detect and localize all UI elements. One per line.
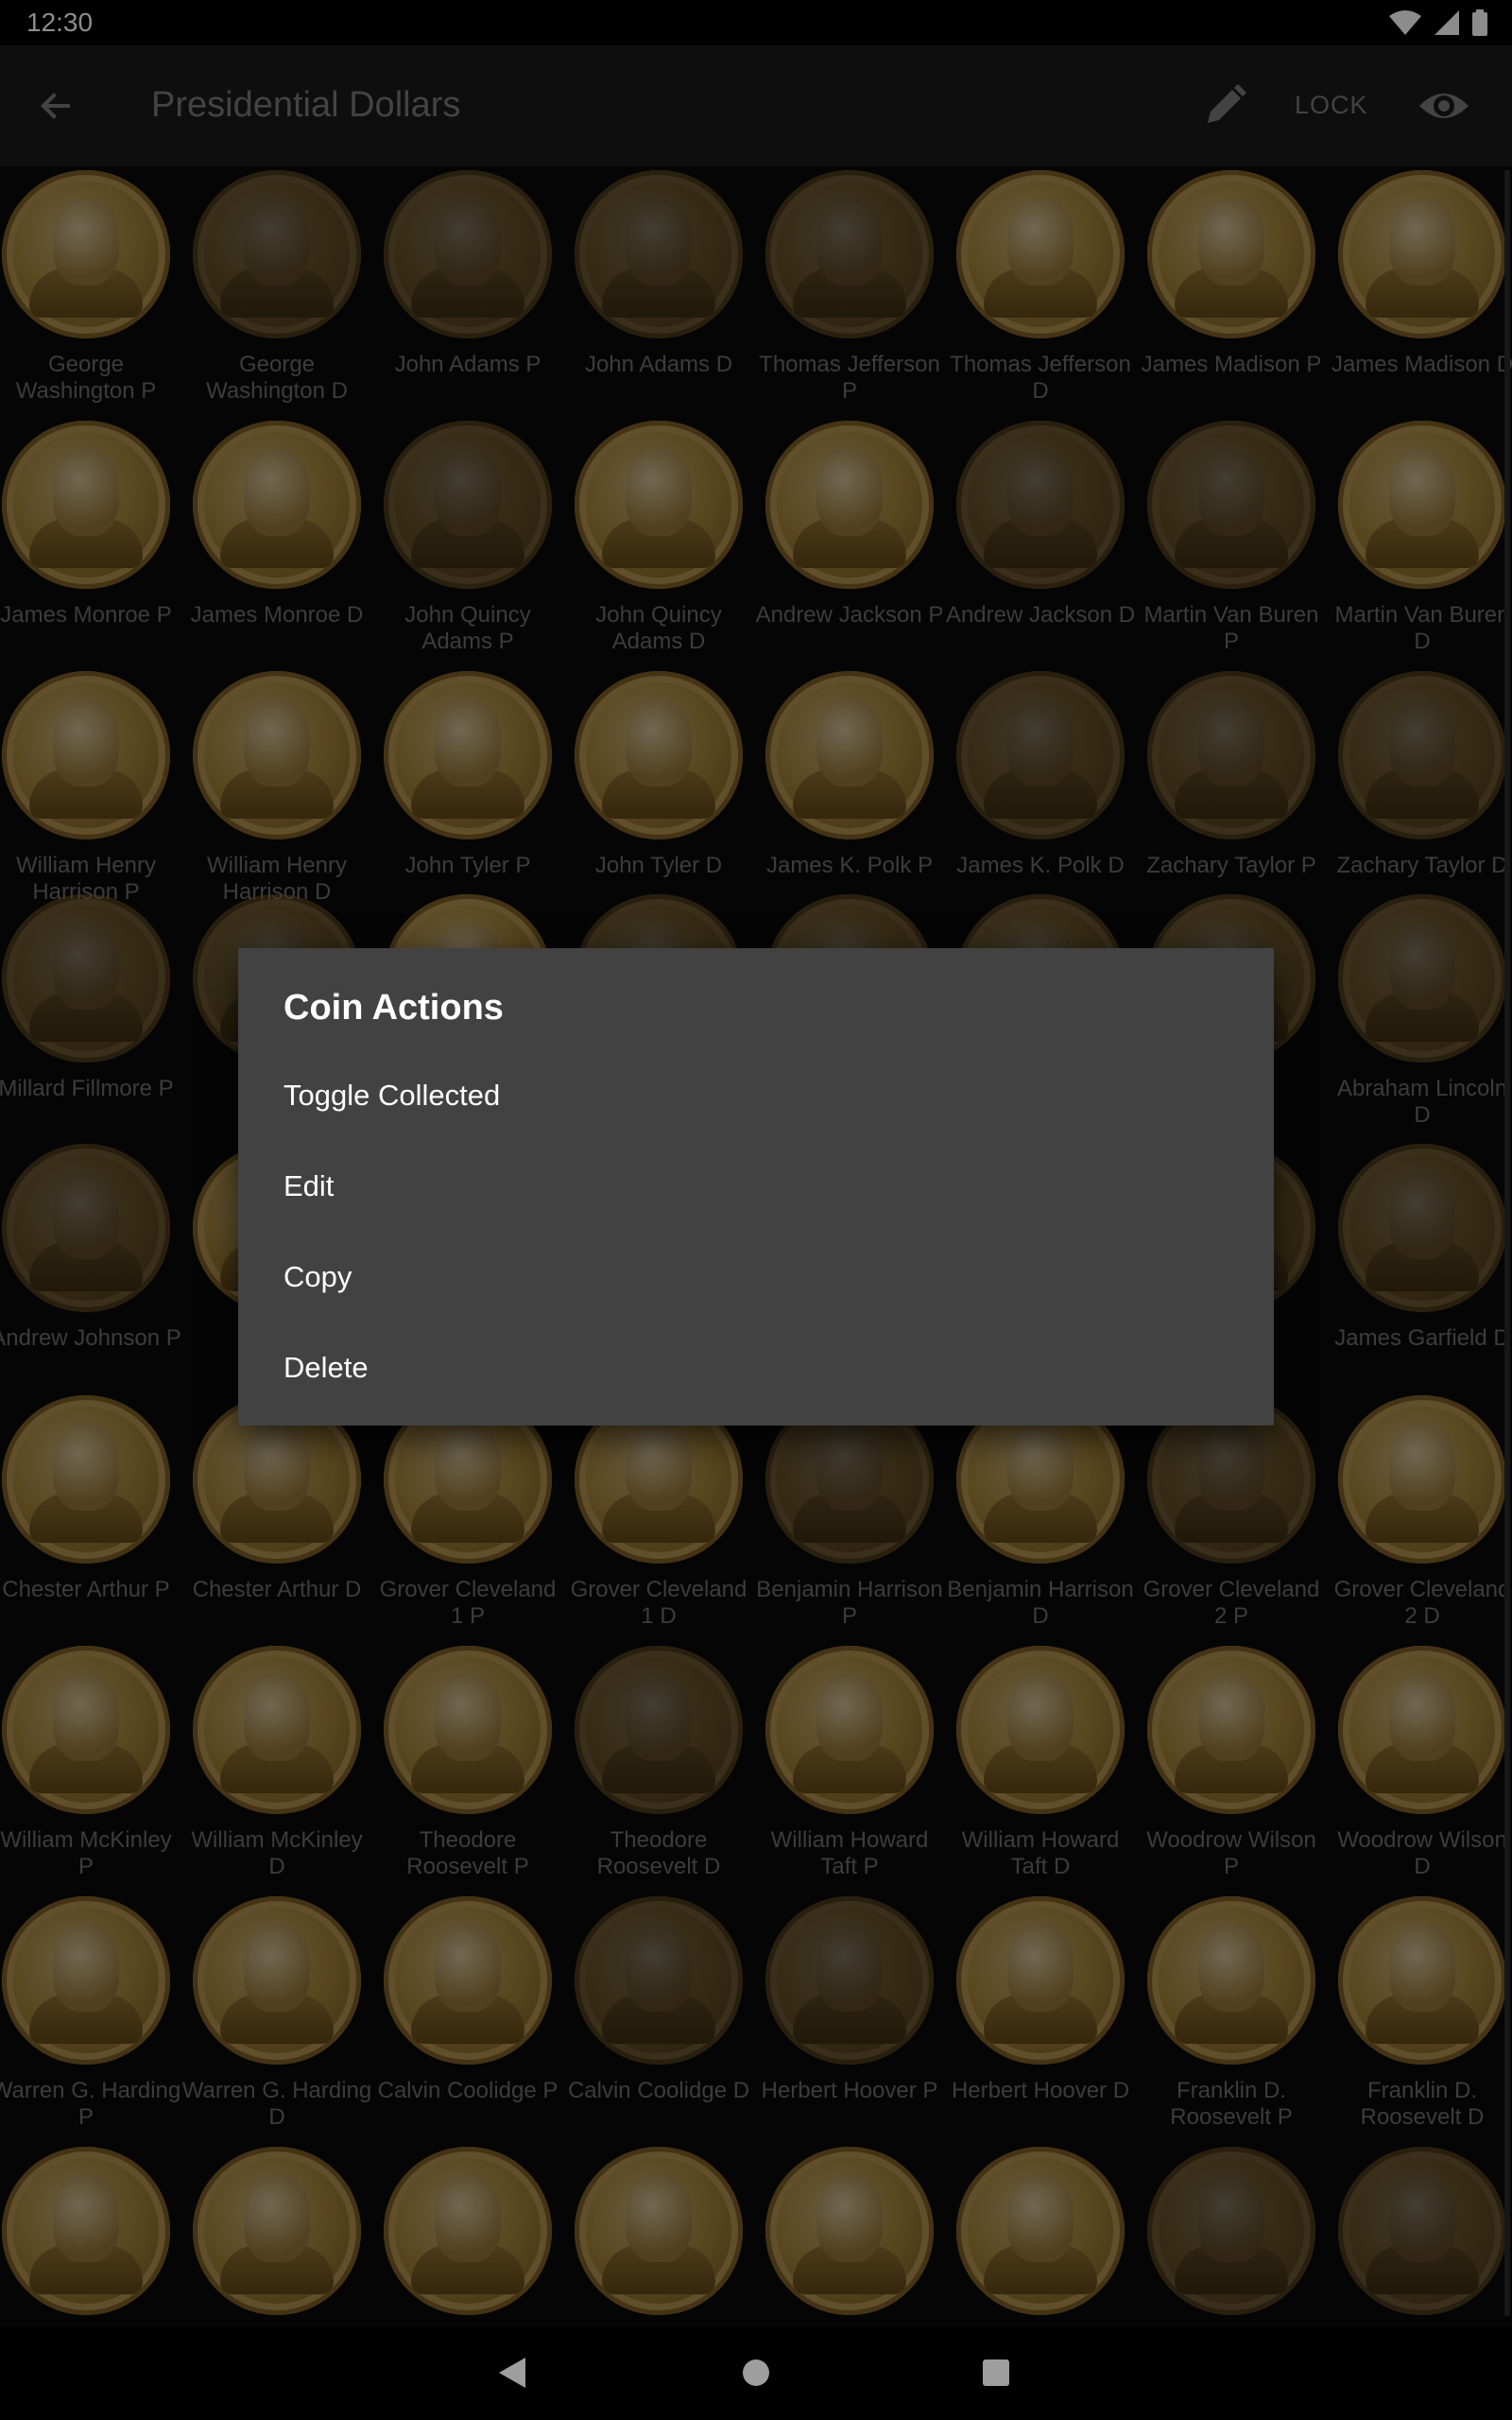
coin-actions-dialog: Coin Actions Toggle Collected Edit Copy … — [238, 948, 1274, 1426]
navigation-bar — [0, 2327, 1512, 2420]
edit-item[interactable]: Edit — [238, 1141, 1274, 1232]
nav-recents-icon[interactable] — [983, 2360, 1009, 2386]
nav-back-icon[interactable] — [497, 2356, 529, 2390]
toggle-collected-item[interactable]: Toggle Collected — [238, 1050, 1274, 1141]
delete-item[interactable]: Delete — [238, 1322, 1274, 1413]
dialog-title: Coin Actions — [284, 988, 504, 1028]
nav-home-icon[interactable] — [743, 2360, 769, 2386]
copy-item[interactable]: Copy — [238, 1232, 1274, 1322]
